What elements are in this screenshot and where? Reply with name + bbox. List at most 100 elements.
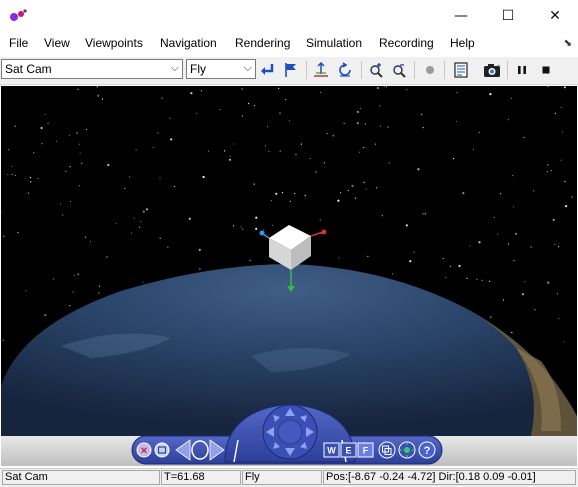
star <box>30 181 32 183</box>
menu-help[interactable]: Help <box>450 36 475 50</box>
examine-button[interactable]: E <box>340 442 357 458</box>
minimize-panel-button[interactable] <box>154 442 170 458</box>
star <box>275 192 278 195</box>
star <box>363 181 365 183</box>
stop-button[interactable] <box>536 60 556 80</box>
star <box>241 88 243 90</box>
star <box>385 86 387 88</box>
menu-recording[interactable]: Recording <box>379 36 434 50</box>
star <box>78 185 80 187</box>
star <box>289 200 291 202</box>
star <box>351 184 354 187</box>
star <box>337 199 340 202</box>
star <box>315 171 317 173</box>
copy-view-button[interactable] <box>378 441 396 459</box>
chevron-down-icon: ⌵ <box>170 62 179 74</box>
star <box>44 113 46 116</box>
star <box>326 133 328 135</box>
star <box>224 150 226 152</box>
star <box>339 192 342 194</box>
headlight-button[interactable] <box>398 441 416 459</box>
star <box>56 140 58 142</box>
star <box>376 187 378 189</box>
star <box>359 107 361 110</box>
capture-frame-button[interactable] <box>482 60 502 80</box>
block-parameters-button[interactable] <box>451 60 471 80</box>
star <box>249 259 251 261</box>
help-icon: ? <box>424 445 431 457</box>
star <box>295 153 297 155</box>
star <box>25 290 27 292</box>
menu-file[interactable]: File <box>9 36 28 50</box>
zoom-in-button[interactable] <box>366 60 386 80</box>
maximize-button[interactable]: ☐ <box>485 0 531 31</box>
navigation-panel-graphic: ✕ W E F ? <box>131 403 443 465</box>
star <box>170 138 173 141</box>
star <box>466 277 468 279</box>
star <box>198 248 201 251</box>
title-bar: — ☐ ✕ <box>0 0 578 31</box>
return-to-viewpoint-button[interactable] <box>258 60 278 80</box>
star <box>502 299 505 301</box>
star <box>106 256 108 258</box>
star <box>547 281 550 284</box>
star <box>413 251 415 253</box>
star <box>145 208 149 211</box>
walk-button[interactable]: W <box>323 442 340 458</box>
close-panel-button[interactable]: ✕ <box>136 442 152 458</box>
menu-view[interactable]: View <box>44 36 70 50</box>
add-viewpoint-button[interactable] <box>281 60 301 80</box>
star <box>70 200 72 203</box>
axes-icon <box>314 62 328 77</box>
star <box>240 226 242 228</box>
straighten-up-button[interactable] <box>311 60 331 80</box>
star <box>356 110 359 113</box>
menu-navigation[interactable]: Navigation <box>160 36 217 50</box>
zoom-out-icon <box>393 64 406 78</box>
star <box>89 240 92 243</box>
record-button[interactable] <box>420 60 440 80</box>
star <box>29 176 31 179</box>
star <box>253 183 255 185</box>
star <box>546 171 548 173</box>
star <box>323 162 325 164</box>
star <box>133 217 135 219</box>
viewpoint-dropdown[interactable]: Sat Cam ⌵ <box>1 59 183 79</box>
star <box>374 143 376 145</box>
star <box>219 108 221 111</box>
fly-button-label: F <box>363 446 369 456</box>
menu-simulation[interactable]: Simulation <box>306 36 362 50</box>
pause-button[interactable] <box>512 60 532 80</box>
star <box>304 195 306 197</box>
star <box>288 120 290 122</box>
star <box>449 265 451 267</box>
star <box>33 152 35 154</box>
status-bar: Sat Cam T=61.68 Fly Pos:[-8.67 -0.24 -4.… <box>0 468 578 487</box>
menu-rendering[interactable]: Rendering <box>235 36 290 50</box>
star <box>367 255 369 257</box>
star <box>268 150 270 152</box>
star <box>294 192 296 195</box>
close-button[interactable]: ✕ <box>532 0 578 31</box>
star <box>44 314 47 317</box>
rotate-view-button[interactable] <box>335 60 355 80</box>
minimize-button[interactable]: — <box>438 0 484 31</box>
star <box>462 192 465 195</box>
star <box>285 98 287 101</box>
star <box>379 105 381 107</box>
star <box>512 175 514 177</box>
star <box>383 86 385 88</box>
star <box>78 143 80 145</box>
star <box>8 149 10 151</box>
star <box>107 163 110 167</box>
star <box>129 176 131 178</box>
stop-icon <box>542 66 550 74</box>
star <box>481 279 483 281</box>
star <box>571 196 573 198</box>
help-button[interactable]: ? <box>418 441 436 459</box>
menu-viewpoints[interactable]: Viewpoints <box>85 36 143 50</box>
zoom-out-button[interactable] <box>389 60 409 80</box>
star <box>279 150 281 152</box>
nav-mode-dropdown[interactable]: Fly ⌵ <box>186 59 256 79</box>
fly-button[interactable]: F <box>357 442 374 458</box>
